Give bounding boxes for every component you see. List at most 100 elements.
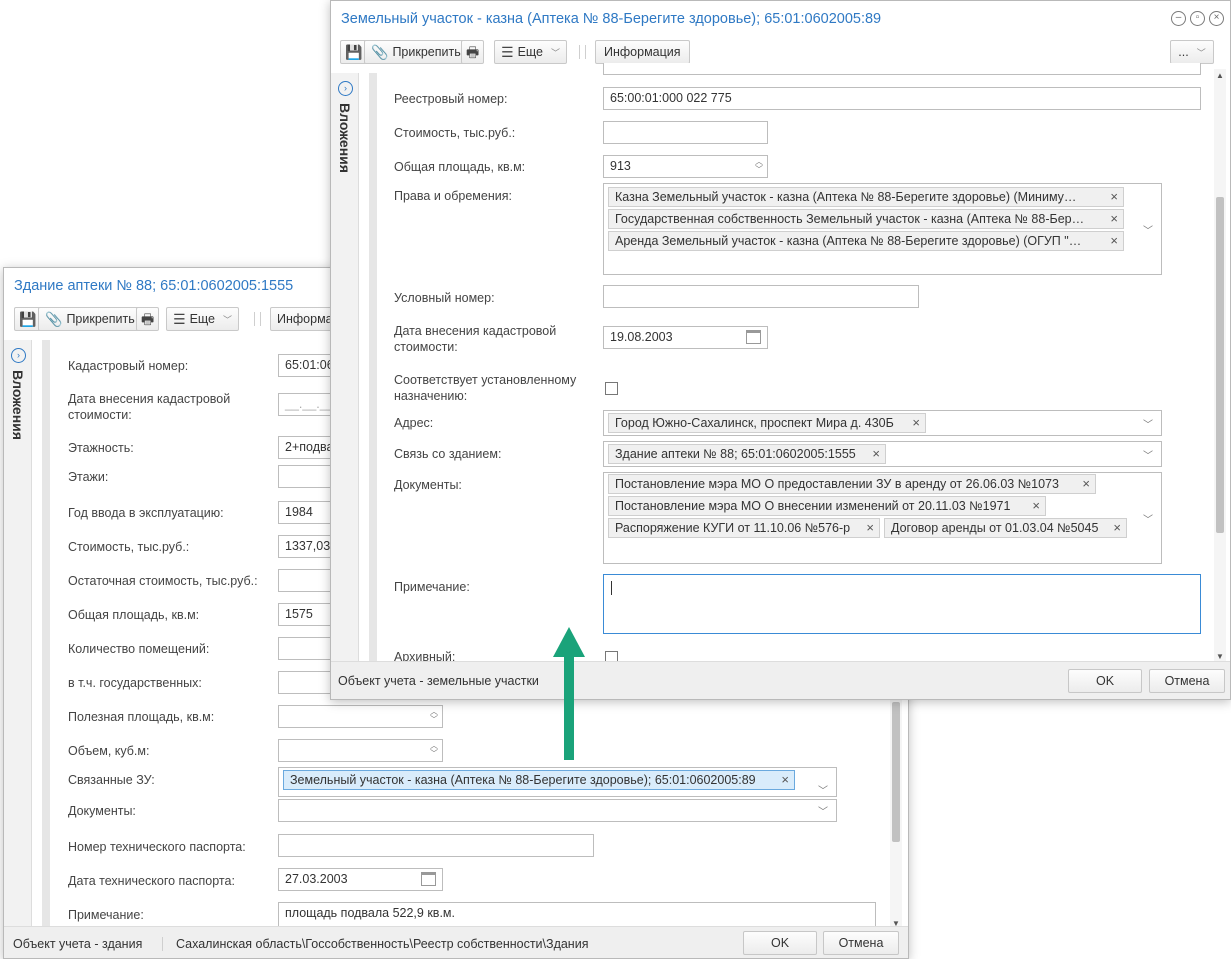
linked-land-field[interactable]: Земельный участок - казна (Аптека № 88-Б… (278, 767, 837, 797)
more-button[interactable]: ☰ Еще ﹀ (166, 307, 240, 331)
scrollbar[interactable]: ▲ ▼ (1214, 69, 1226, 663)
minimize-icon[interactable]: – (1171, 11, 1186, 26)
cancel-button[interactable]: Отмена (823, 931, 899, 955)
maximize-icon[interactable]: ▫ (1190, 11, 1205, 26)
attachments-panel[interactable]: › Вложения (4, 340, 32, 930)
land-plot-window: Земельный участок - казна (Аптека № 88-Б… (330, 0, 1231, 700)
attachments-label: Вложения (337, 103, 353, 173)
spinner-icon[interactable]: ︿ ﹀ (430, 708, 438, 724)
chevron-down-icon[interactable]: ﹀ (1143, 222, 1153, 237)
chevron-down-icon[interactable]: ﹀ (1143, 447, 1153, 462)
rights-field[interactable]: Казна Земельный участок - казна (Аптека … (603, 183, 1162, 275)
scroll-up-icon[interactable]: ▲ (1216, 71, 1224, 80)
spinner-icon[interactable]: ︿ ﹀ (430, 742, 438, 758)
scroll-down-icon[interactable]: ▼ (1216, 652, 1224, 661)
chevron-down-icon[interactable]: ﹀ (1143, 511, 1153, 526)
toolbar-divider (254, 312, 255, 326)
remove-tag-icon[interactable]: × (1082, 476, 1090, 491)
building-link-tag[interactable]: Здание аптеки № 88; 65:01:0602005:1555 × (608, 444, 886, 464)
registry-number-field[interactable]: 65:00:01:000 022 775 (603, 87, 1201, 110)
print-button[interactable]: 🖶 (136, 307, 160, 331)
cadastral-date-field[interactable]: 19.08.2003 (603, 326, 768, 349)
object-type: Объект учета - здания (13, 937, 143, 951)
attach-button[interactable]: 📎 Прикрепить (364, 40, 468, 64)
purpose-checkbox[interactable] (605, 382, 618, 395)
scrollbar-thumb[interactable] (1216, 197, 1224, 533)
close-icon[interactable]: × (1209, 11, 1224, 26)
cancel-button[interactable]: Отмена (1149, 669, 1225, 693)
scrollbar-thumb[interactable] (892, 702, 900, 842)
ellipsis-button[interactable]: ... ﹀ (1170, 40, 1214, 64)
document-tag[interactable]: Договор аренды от 01.03.04 №5045 × (884, 518, 1127, 538)
cost-field[interactable] (603, 121, 768, 144)
address-tag[interactable]: Город Южно-Сахалинск, проспект Мира д. 4… (608, 413, 926, 433)
cost-field[interactable]: 1337,03 (278, 535, 338, 558)
rights-tag[interactable]: Казна Земельный участок - казна (Аптека … (608, 187, 1124, 207)
passport-number-field[interactable] (278, 834, 594, 857)
printer-icon: 🖶 (466, 44, 480, 60)
floors-count-field[interactable]: 2+подва (278, 436, 338, 459)
annotation-arrow-head (553, 627, 585, 657)
remove-tag-icon[interactable]: × (1113, 520, 1121, 535)
cadastral-number-field[interactable]: 65:01:06 (278, 354, 338, 377)
scrollbar[interactable]: ▼ (890, 698, 902, 930)
remove-tag-icon[interactable]: × (1032, 498, 1040, 513)
expand-icon[interactable]: › (11, 348, 26, 363)
state-rooms-field[interactable] (278, 671, 338, 694)
useful-area-field[interactable]: ︿ ﹀ (278, 705, 443, 728)
menu-icon: ☰ (501, 44, 514, 60)
rights-tag[interactable]: Государственная собственность Земельный … (608, 209, 1124, 229)
rooms-field[interactable] (278, 637, 338, 660)
remove-tag-icon[interactable]: × (1110, 211, 1118, 226)
ok-button[interactable]: OK (1068, 669, 1142, 693)
passport-date-field[interactable]: 27.03.2003 (278, 868, 443, 891)
rights-tag[interactable]: Аренда Земельный участок - казна (Аптека… (608, 231, 1124, 251)
label-area: Общая площадь, кв.м: (394, 160, 526, 174)
remove-tag-icon[interactable]: × (912, 415, 920, 430)
calendar-icon[interactable] (421, 872, 436, 886)
label-conditional-number: Условный номер: (394, 291, 495, 305)
note-field[interactable] (603, 574, 1201, 634)
cadastral-date-field[interactable]: __.__.__ (278, 393, 338, 416)
attach-button[interactable]: 📎 Прикрепить (38, 307, 142, 331)
documents-field[interactable]: ﹀ (278, 799, 837, 822)
splitter[interactable] (42, 340, 50, 930)
document-tag[interactable]: Постановление мэра МО О внесении изменен… (608, 496, 1046, 516)
document-tag[interactable]: Распоряжение КУГИ от 11.10.06 №576-р × (608, 518, 880, 538)
floors-field[interactable] (278, 465, 338, 488)
year-field[interactable]: 1984 (278, 501, 338, 524)
remove-tag-icon[interactable]: × (866, 520, 874, 535)
print-button[interactable]: 🖶 (461, 40, 485, 64)
remove-tag-icon[interactable]: × (1110, 233, 1118, 248)
text-cursor (611, 581, 612, 595)
chevron-down-icon[interactable]: ﹀ (818, 803, 828, 818)
residual-cost-field[interactable] (278, 569, 338, 592)
ok-button[interactable]: OK (743, 931, 817, 955)
label-note: Примечание: (394, 580, 470, 594)
chevron-down-icon[interactable]: ﹀ (1143, 416, 1153, 431)
calendar-icon[interactable] (746, 330, 761, 344)
label-address: Адрес: (394, 416, 434, 430)
volume-field[interactable]: ︿ ﹀ (278, 739, 443, 762)
more-button[interactable]: ☰ Еще ﹀ (494, 40, 568, 64)
annotation-arrow-shaft (564, 650, 574, 760)
area-field[interactable]: 1575 (278, 603, 338, 626)
attachments-panel[interactable]: › Вложения (331, 73, 359, 663)
remove-tag-icon[interactable]: × (872, 446, 880, 461)
splitter[interactable] (369, 73, 377, 663)
linked-land-tag[interactable]: Земельный участок - казна (Аптека № 88-Б… (283, 770, 795, 790)
footer-divider (162, 937, 163, 951)
conditional-number-field[interactable] (603, 285, 919, 308)
address-field[interactable]: Город Южно-Сахалинск, проспект Мира д. 4… (603, 410, 1162, 436)
info-button[interactable]: Информация (595, 40, 690, 64)
expand-icon[interactable]: › (338, 81, 353, 96)
spinner-icon[interactable]: ︿ ﹀ (755, 158, 763, 174)
chevron-down-icon[interactable]: ﹀ (818, 782, 828, 796)
building-link-field[interactable]: Здание аптеки № 88; 65:01:0602005:1555 × … (603, 441, 1162, 467)
area-field[interactable]: 913 ︿ ﹀ (603, 155, 768, 178)
toolbar-divider (260, 312, 261, 326)
document-tag[interactable]: Постановление мэра МО О предоставлении З… (608, 474, 1096, 494)
documents-field[interactable]: Постановление мэра МО О предоставлении З… (603, 472, 1162, 564)
remove-tag-icon[interactable]: × (781, 772, 789, 787)
remove-tag-icon[interactable]: × (1110, 189, 1118, 204)
